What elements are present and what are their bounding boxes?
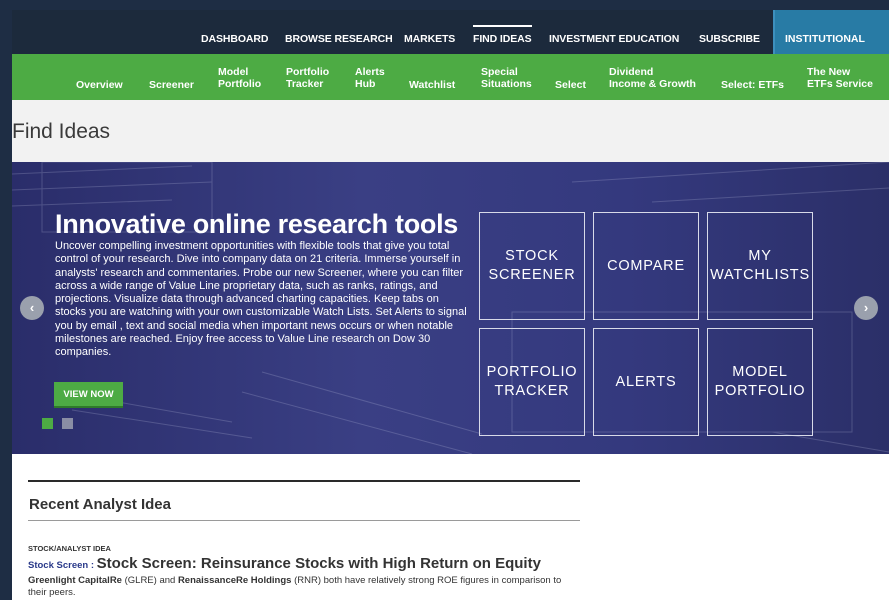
- company-name: RenaissanceRe Holdings: [177, 575, 292, 586]
- section-divider: [28, 520, 580, 521]
- subnav-label-line1: Portfolio: [286, 66, 330, 78]
- page: DASHBOARD BROWSE RESEARCH MARKETS FIND I…: [12, 10, 889, 600]
- subnav-model-portfolio[interactable]: Model Portfolio: [218, 66, 261, 90]
- subnav-label-line1: The New: [807, 66, 851, 78]
- hero-headline: Innovative online research tools: [55, 209, 459, 239]
- subnav-label-line1: Special: [481, 66, 518, 78]
- subnav-label-line1: Dividend: [609, 66, 654, 78]
- idea-type-separator: :: [88, 560, 97, 571]
- subnav-select[interactable]: Select: [555, 79, 586, 91]
- tile-label-line1: MODEL: [732, 364, 788, 380]
- summary-text: (GLRE) and: [121, 575, 178, 586]
- subnav-label-line2: Portfolio: [218, 78, 262, 90]
- tile-stock-screener[interactable]: STOCK SCREENER: [479, 212, 585, 320]
- tile-label-line1: PORTFOLIO: [486, 364, 578, 380]
- subnav-select-etfs[interactable]: Select: ETFs: [721, 79, 784, 91]
- subnav-label-line2: Tracker: [286, 78, 324, 90]
- subnav-label-line2: ETFs Service: [807, 78, 873, 90]
- tile-compare[interactable]: COMPARE: [593, 212, 699, 320]
- browser-frame: DASHBOARD BROWSE RESEARCH MARKETS FIND I…: [0, 0, 889, 600]
- topnav-investment-education[interactable]: INVESTMENT EDUCATION: [549, 33, 679, 45]
- tile-label-line1: COMPARE: [607, 257, 685, 274]
- tile-label-line2: TRACKER: [494, 383, 570, 399]
- idea-type-label: Stock Screen: [28, 560, 89, 571]
- topnav-find-ideas[interactable]: FIND IDEAS: [473, 25, 532, 45]
- section-heading: Recent Analyst Idea: [29, 496, 171, 513]
- company-name: Greenlight CapitalRe: [28, 575, 122, 586]
- title-bar: Find Ideas: [12, 100, 889, 162]
- subnav-overview[interactable]: Overview: [76, 79, 123, 91]
- tile-alerts[interactable]: ALERTS: [593, 328, 699, 436]
- subnav-watchlist[interactable]: Watchlist: [409, 79, 455, 91]
- carousel-dot-2[interactable]: [62, 418, 73, 429]
- subnav-label-line2: Hub: [355, 78, 376, 90]
- subnav-screener[interactable]: Screener: [149, 79, 194, 91]
- tile-my-watchlists[interactable]: MY WATCHLISTS: [707, 212, 813, 320]
- active-tab-caret: [491, 89, 509, 98]
- subnav-label-line2: Situations: [481, 78, 532, 90]
- subnav-dividend-income-growth[interactable]: Dividend Income & Growth: [609, 66, 696, 90]
- carousel-dot-1[interactable]: [42, 418, 53, 429]
- subnav-label-line1: Alerts: [355, 66, 385, 78]
- topnav-browse-research[interactable]: BROWSE RESEARCH: [285, 33, 393, 45]
- tile-label-line2: WATCHLISTS: [710, 267, 810, 283]
- tile-label-line1: STOCK: [505, 248, 559, 264]
- section-divider: [28, 480, 580, 482]
- topnav-institutional-label: INSTITUTIONAL: [785, 33, 865, 45]
- topnav-subscribe[interactable]: SUBSCRIBE: [699, 33, 760, 45]
- tile-model-portfolio[interactable]: MODEL PORTFOLIO: [707, 328, 813, 436]
- idea-title-link[interactable]: Stock Screen: Reinsurance Stocks with Hi…: [97, 555, 541, 572]
- subnav-alerts-hub[interactable]: Alerts Hub: [355, 66, 385, 90]
- tile-label-line2: SCREENER: [488, 267, 576, 283]
- subnav-label-line1: Model: [218, 66, 249, 78]
- chevron-left-icon[interactable]: ‹: [20, 296, 44, 320]
- view-now-button[interactable]: VIEW NOW: [54, 382, 123, 408]
- idea-summary: Greenlight CapitalRe (GLRE) and Renaissa…: [28, 575, 568, 598]
- page-title: Find Ideas: [12, 120, 111, 143]
- idea-title-line: Stock Screen : Stock Screen: Reinsurance…: [28, 555, 541, 573]
- topnav-dashboard[interactable]: DASHBOARD: [201, 33, 268, 45]
- subnav-portfolio-tracker[interactable]: Portfolio Tracker: [286, 66, 329, 90]
- subnav-special-situations[interactable]: Special Situations: [481, 66, 532, 90]
- subnav-label-line2: Income & Growth: [609, 78, 696, 90]
- sub-nav: Overview Screener Model Portfolio Portfo…: [12, 54, 889, 100]
- topnav-markets[interactable]: MARKETS: [404, 33, 455, 45]
- idea-category: STOCK/ANALYST IDEA: [28, 544, 111, 553]
- topnav-institutional[interactable]: INSTITUTIONAL: [773, 10, 889, 54]
- top-nav: DASHBOARD BROWSE RESEARCH MARKETS FIND I…: [12, 10, 889, 54]
- tile-label-line2: PORTFOLIO: [714, 383, 806, 399]
- tile-portfolio-tracker[interactable]: PORTFOLIO TRACKER: [479, 328, 585, 436]
- chevron-right-icon[interactable]: ›: [854, 296, 878, 320]
- tile-label-line1: ALERTS: [615, 373, 677, 390]
- subnav-new-etfs-service[interactable]: The New ETFs Service: [807, 66, 873, 90]
- hero-description: Uncover compelling investment opportunit…: [55, 240, 467, 359]
- tile-label-line1: MY: [748, 248, 772, 264]
- hero-carousel: Innovative online research tools Uncover…: [12, 162, 889, 454]
